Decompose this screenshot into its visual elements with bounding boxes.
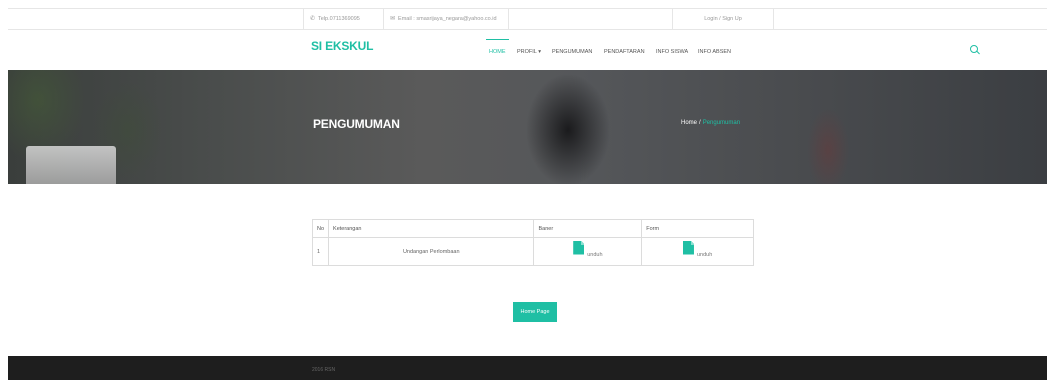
nav-home[interactable]: HOME bbox=[486, 39, 508, 55]
login-signup-link[interactable]: Login / Sign Up bbox=[672, 9, 774, 29]
phone-info: ✆ Telp.0711369095 bbox=[303, 9, 383, 29]
announcement-table: No Keterangan Baner Form 1 Undangan Perl… bbox=[311, 219, 754, 266]
header-baner: Baner bbox=[533, 219, 643, 238]
page-title: PENGUMUMAN bbox=[313, 117, 400, 131]
breadcrumb-home[interactable]: Home bbox=[681, 120, 697, 126]
table-row: 1 Undangan Perlombaan unduh unduh bbox=[311, 237, 754, 266]
baner-download-link[interactable]: unduh bbox=[573, 240, 603, 258]
nav-info-absen[interactable]: INFO ABSEN bbox=[698, 49, 731, 55]
copyright-text: 2016 RSN bbox=[312, 367, 336, 373]
nav-menu: HOME PROFIL ▾ PENGUMUMAN PENDAFTARAN INF… bbox=[8, 30, 1047, 70]
baner-download-text: unduh bbox=[587, 251, 603, 258]
header-keterangan: Keterangan bbox=[328, 219, 535, 238]
search-icon[interactable] bbox=[970, 45, 978, 53]
nav-pendaftaran[interactable]: PENDAFTARAN bbox=[604, 49, 645, 55]
breadcrumb: Home / Pengumuman bbox=[681, 120, 740, 126]
email-info: ✉ Email : smasrijaya_negara@yahoo.co.id bbox=[383, 9, 508, 29]
cell-form: unduh bbox=[641, 237, 754, 266]
breadcrumb-separator: / bbox=[699, 120, 701, 126]
table-header-row: No Keterangan Baner Form bbox=[311, 219, 754, 238]
file-icon bbox=[573, 240, 585, 255]
cell-baner: unduh bbox=[533, 237, 643, 266]
cell-no: 1 bbox=[311, 237, 330, 266]
nav-info-siswa[interactable]: INFO SISWA bbox=[656, 49, 688, 55]
phone-icon: ✆ bbox=[310, 16, 316, 22]
file-icon bbox=[682, 240, 694, 255]
envelope-icon: ✉ bbox=[390, 16, 396, 22]
main-navbar: SI EKSKUL HOME PROFIL ▾ PENGUMUMAN PENDA… bbox=[8, 30, 1047, 70]
cell-keterangan: Undangan Perlombaan bbox=[328, 237, 535, 266]
top-info-bar: ✆ Telp.0711369095 ✉ Email : smasrijaya_neg… bbox=[8, 8, 1047, 30]
email-text: Email : smasrijaya_negara@yahoo.co.id bbox=[398, 16, 497, 22]
header-form: Form bbox=[641, 219, 754, 238]
nav-pengumuman[interactable]: PENGUMUMAN bbox=[552, 49, 592, 55]
form-download-link[interactable]: unduh bbox=[682, 240, 713, 258]
nav-profil[interactable]: PROFIL ▾ bbox=[517, 49, 541, 55]
form-download-text: unduh bbox=[696, 251, 713, 258]
topbar-spacer bbox=[508, 9, 672, 29]
plant-pot-image bbox=[26, 146, 116, 184]
home-page-button[interactable]: Home Page bbox=[513, 302, 557, 322]
footer: 2016 RSN bbox=[8, 356, 1047, 380]
header-no: No bbox=[311, 219, 330, 238]
breadcrumb-current: Pengumuman bbox=[702, 120, 741, 126]
page-header-banner: PENGUMUMAN Home / Pengumuman bbox=[8, 70, 1047, 184]
phone-text: Telp.0711369095 bbox=[318, 16, 360, 22]
